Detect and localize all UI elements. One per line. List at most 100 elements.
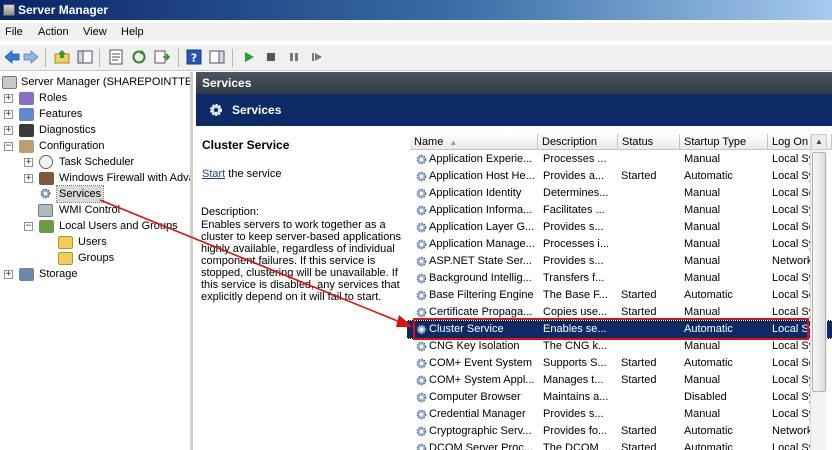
- storage-icon: [19, 268, 34, 281]
- expand-icon[interactable]: +: [24, 174, 33, 183]
- stop-service-icon[interactable]: [263, 49, 279, 65]
- service-row[interactable]: Background Intellig... Transfers f... Manu…: [407, 270, 832, 287]
- cell-startup-type: Manual: [684, 340, 721, 352]
- cell-status: [621, 219, 679, 236]
- cell-startup-type: Manual: [684, 221, 721, 233]
- cell-description: The Base F...: [543, 289, 608, 301]
- cell-status: [621, 389, 679, 406]
- tree-label: Features: [39, 108, 83, 120]
- menu-action[interactable]: Action: [38, 26, 69, 38]
- expand-icon[interactable]: +: [4, 110, 13, 119]
- cell-description: Processes i...: [543, 238, 610, 250]
- gear-icon: [416, 392, 427, 403]
- toolbar-separator: [99, 49, 100, 67]
- service-row[interactable]: Application Host He... Provides a... Start…: [407, 168, 832, 185]
- scrollbar-thumb[interactable]: [812, 152, 826, 392]
- service-row[interactable]: Application Experie... Processes ... Manua…: [407, 151, 832, 168]
- cell-startup-type: Manual: [684, 238, 721, 250]
- cell-startup-type: Manual: [684, 272, 721, 284]
- show-hide-action-pane-icon[interactable]: [209, 49, 225, 65]
- cell-status: [621, 185, 679, 202]
- expand-icon[interactable]: +: [4, 94, 13, 103]
- scroll-up-icon[interactable]: ▲: [811, 134, 827, 150]
- service-row[interactable]: Computer Browser Maintains a... Disabled Lo…: [407, 389, 832, 406]
- menu-help[interactable]: Help: [121, 26, 144, 38]
- cell-status: Started: [621, 374, 657, 386]
- column-label: Status: [622, 136, 654, 148]
- service-row[interactable]: Application Manage... Processes i... Manua…: [407, 236, 832, 253]
- service-row[interactable]: Cryptographic Serv... Provides fo... Start…: [407, 423, 832, 440]
- cell-name: DCOM Server Proc...: [429, 442, 533, 450]
- start-service-icon[interactable]: [241, 49, 257, 65]
- server-manager-icon: [3, 4, 15, 16]
- menu-bar: File Action View Help: [0, 23, 832, 41]
- cell-status: [621, 202, 679, 219]
- show-hide-tree-icon[interactable]: [77, 49, 93, 65]
- panel-header: Services: [196, 72, 832, 94]
- service-row[interactable]: CNG Key Isolation The CNG k... Manual Local…: [407, 338, 832, 355]
- export-list-icon[interactable]: [154, 49, 170, 65]
- vertical-scrollbar[interactable]: ▲: [810, 134, 827, 450]
- help-icon[interactable]: ?: [186, 49, 202, 65]
- restart-service-icon[interactable]: [309, 49, 325, 65]
- folder-icon: [58, 252, 73, 265]
- collapse-icon[interactable]: −: [24, 222, 33, 231]
- roles-icon: [19, 92, 34, 105]
- cell-startup-type: Manual: [684, 204, 721, 216]
- column-label: Log On: [772, 136, 809, 148]
- back-arrow-icon[interactable]: [4, 49, 20, 65]
- cell-status: [621, 270, 679, 287]
- cell-name: Base Filtering Engine: [429, 289, 534, 301]
- cell-description: Provides s...: [543, 221, 604, 233]
- cell-status: [621, 236, 679, 253]
- cell-description: Provides s...: [543, 408, 604, 420]
- tree-label: Task Scheduler: [59, 156, 135, 168]
- collapse-icon[interactable]: −: [4, 142, 13, 151]
- cell-name: ASP.NET State Ser...: [429, 255, 532, 267]
- service-row[interactable]: COM+ Event System Supports S... Started Aut…: [407, 355, 832, 372]
- cell-startup-type: Automatic: [684, 425, 733, 437]
- cell-status: Started: [621, 425, 657, 437]
- properties-icon[interactable]: [108, 49, 124, 65]
- column-header-description[interactable]: Description: [538, 134, 618, 150]
- cell-startup-type: Manual: [684, 408, 721, 420]
- column-header-name[interactable]: Name ▲: [410, 134, 538, 150]
- service-row[interactable]: DCOM Server Proc... The DCOM ... Started Au…: [407, 440, 832, 450]
- service-row[interactable]: Application Informa... Facilitates ... Man…: [407, 202, 832, 219]
- toolbar-separator: [45, 49, 46, 67]
- tree-label: Services: [55, 185, 105, 203]
- gear-icon: [416, 273, 427, 284]
- up-folder-icon[interactable]: [54, 49, 70, 65]
- cell-startup-type: Automatic: [684, 357, 733, 369]
- expand-icon[interactable]: +: [4, 126, 13, 135]
- refresh-icon[interactable]: [131, 49, 147, 65]
- cell-status: [621, 406, 679, 423]
- forward-arrow-icon[interactable]: [23, 49, 39, 65]
- gear-icon: [416, 426, 427, 437]
- cell-description: Manages t...: [543, 374, 604, 386]
- start-service-link[interactable]: Start: [202, 168, 225, 180]
- cell-description: Provides fo...: [543, 425, 608, 437]
- expand-icon[interactable]: +: [24, 158, 33, 167]
- users-groups-icon: [39, 220, 54, 233]
- service-row[interactable]: Base Filtering Engine The Base F... Starte…: [407, 287, 832, 304]
- pause-service-icon[interactable]: [286, 49, 302, 65]
- cell-status: [621, 338, 679, 355]
- expand-icon[interactable]: +: [4, 270, 13, 279]
- cell-description: Transfers f...: [543, 272, 605, 284]
- column-header-status[interactable]: Status: [618, 134, 680, 150]
- column-header-startup-type[interactable]: Startup Type: [680, 134, 768, 150]
- menu-view[interactable]: View: [83, 26, 107, 38]
- service-row[interactable]: COM+ System Appl... Manages t... Started Ma…: [407, 372, 832, 389]
- service-title: Cluster Service: [202, 138, 290, 152]
- gear-icon: [416, 239, 427, 250]
- gear-icon: [210, 104, 222, 116]
- menu-file[interactable]: File: [5, 26, 23, 38]
- cell-name: Application Experie...: [429, 153, 533, 165]
- cell-name: COM+ Event System: [429, 357, 533, 369]
- service-row[interactable]: Application Layer G... Provides s... Manua…: [407, 219, 832, 236]
- service-row[interactable]: Application Identity Determines... Manual L…: [407, 185, 832, 202]
- service-row[interactable]: Credential Manager Provides s... Manual Loc…: [407, 406, 832, 423]
- service-row[interactable]: ASP.NET State Ser... Provides s... Manual N…: [407, 253, 832, 270]
- cell-status: Started: [621, 357, 657, 369]
